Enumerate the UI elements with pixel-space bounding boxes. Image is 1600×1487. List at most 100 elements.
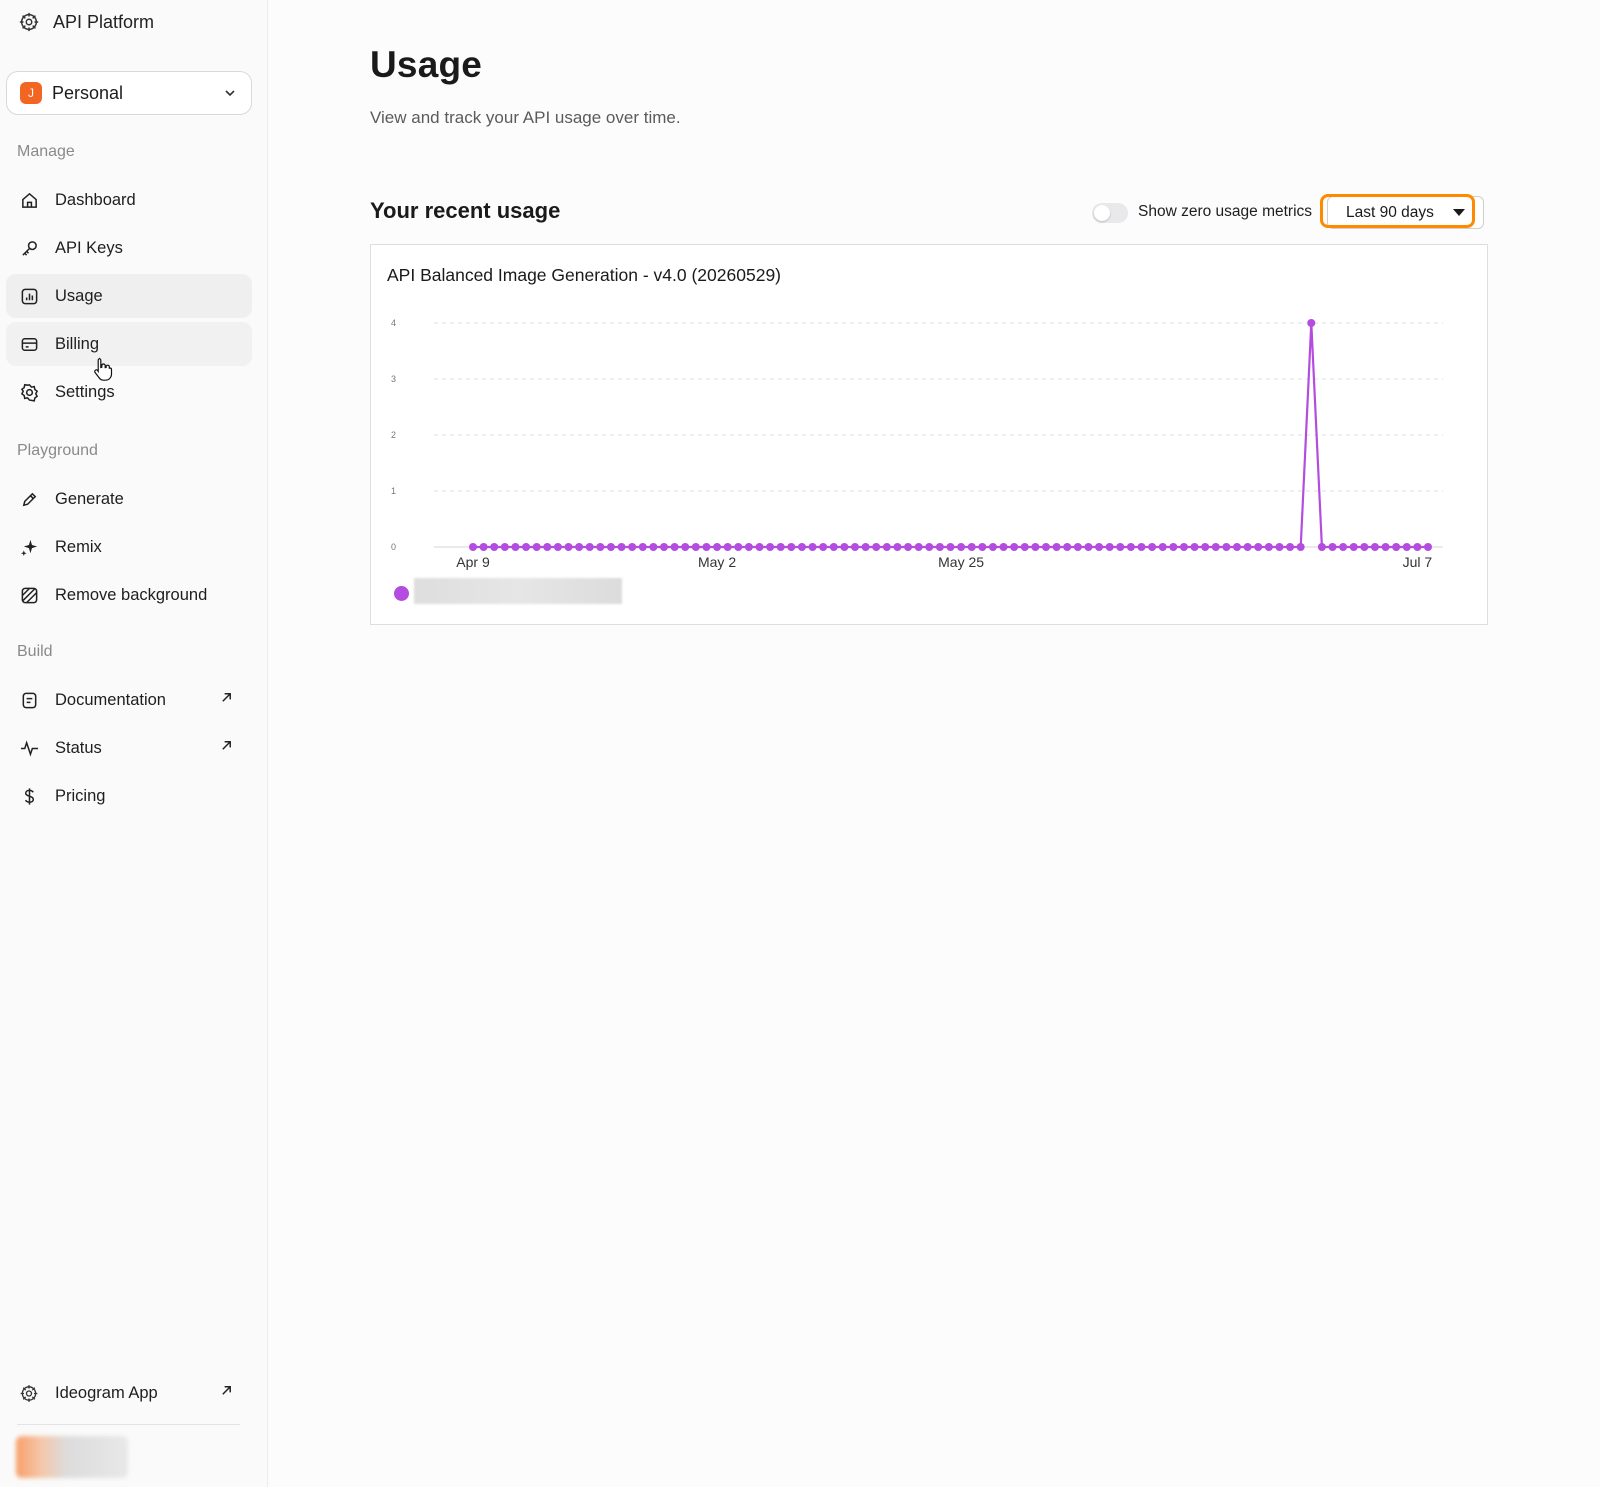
nav-label: Remove background [55,585,208,604]
nav-label: API Keys [55,238,123,257]
nav-item-documentation[interactable]: Documentation [6,678,252,722]
data-point [734,543,743,551]
usage-chart-card: API Balanced Image Generation - v4.0 (20… [370,244,1488,625]
toggle-knob [1094,205,1110,221]
data-point [479,543,488,551]
data-point [1328,543,1337,551]
data-point [755,543,764,551]
dollar-icon [19,786,39,806]
y-tick-label: 1 [391,486,396,496]
zero-usage-label: Show zero usage metrics [1138,203,1313,220]
section-label-playground: Playground [17,442,98,459]
legend-swatch [394,586,409,601]
user-avatar[interactable] [16,1436,128,1478]
data-point [1063,543,1072,551]
legend-label-redacted [414,578,622,604]
data-point [808,543,817,551]
data-point [638,543,647,551]
data-point [702,543,711,551]
org-switcher[interactable]: J Personal [6,71,252,115]
data-point [606,543,615,551]
data-point [978,543,987,551]
nav-item-api-keys[interactable]: API Keys [6,226,252,270]
data-point [532,543,541,551]
brand[interactable]: API Platform [17,9,154,35]
x-tick-label: Apr 9 [456,554,490,570]
data-point [1222,543,1231,551]
activity-icon [19,738,39,758]
data-point [787,543,796,551]
data-point [713,543,722,551]
nav-item-generate[interactable]: Generate [6,477,252,521]
nav-label: Generate [55,489,124,508]
page-subtitle: View and track your API usage over time. [370,108,681,127]
data-point [957,543,966,551]
data-point [1020,543,1029,551]
data-point [1169,543,1178,551]
data-point [1116,543,1125,551]
data-point [872,543,881,551]
data-point [776,543,785,551]
nav-item-status[interactable]: Status [6,726,252,770]
data-point [543,543,552,551]
section-title: Your recent usage [370,198,561,223]
data-point [1190,543,1199,551]
nav-item-dashboard[interactable]: Dashboard [6,178,252,222]
nav-item-billing[interactable]: Billing [6,322,252,366]
data-point [1137,543,1146,551]
data-point [1201,543,1210,551]
y-tick-label: 3 [391,374,396,384]
data-point [914,543,923,551]
data-point [1370,543,1379,551]
data-point [861,543,870,551]
y-tick-label: 2 [391,430,396,440]
nav-item-ideogram-app[interactable]: Ideogram App [6,1371,252,1415]
data-point [1243,543,1252,551]
time-range-select[interactable]: Last 90 days [1320,194,1484,229]
chevron-down-icon [223,86,237,100]
data-point [1307,319,1316,327]
data-point [723,543,732,551]
data-point [797,543,806,551]
data-point [1211,543,1220,551]
nav-item-settings[interactable]: Settings [6,370,252,414]
data-point [967,543,976,551]
data-point [1126,543,1135,551]
sidebar: API Platform J Personal Manage Dashboard… [0,0,268,1487]
data-point [1084,543,1093,551]
data-point [1317,543,1326,551]
data-point [1042,543,1050,551]
nav-item-remix[interactable]: Remix [6,525,252,569]
nav-item-remove-background[interactable]: Remove background [6,573,252,617]
nav-item-pricing[interactable]: Pricing [6,774,252,818]
nav-label: Billing [55,334,100,353]
data-point [851,543,859,551]
data-point [1402,543,1411,551]
data-point [935,543,944,551]
data-point [819,543,828,551]
nav-item-usage[interactable]: Usage [6,274,252,318]
document-icon [19,690,39,710]
data-point [744,543,753,551]
data-point [1031,543,1040,551]
data-point [1010,543,1019,551]
data-point [553,543,562,551]
data-point [1360,543,1369,551]
data-point [585,543,594,551]
y-tick-label: 4 [391,318,396,328]
data-point [617,543,626,551]
nav-label: Settings [55,382,115,401]
data-point [500,543,509,551]
data-point [660,543,668,551]
eraser-icon [19,585,39,605]
data-point [596,543,605,551]
nav-label: Ideogram App [55,1383,158,1402]
zero-usage-toggle[interactable] [1092,203,1128,223]
data-point [564,543,573,551]
sidebar-divider [17,1424,240,1425]
data-point [829,543,838,551]
data-point [670,543,679,551]
data-point [766,543,775,551]
home-icon [19,190,39,210]
data-point [1179,543,1188,551]
